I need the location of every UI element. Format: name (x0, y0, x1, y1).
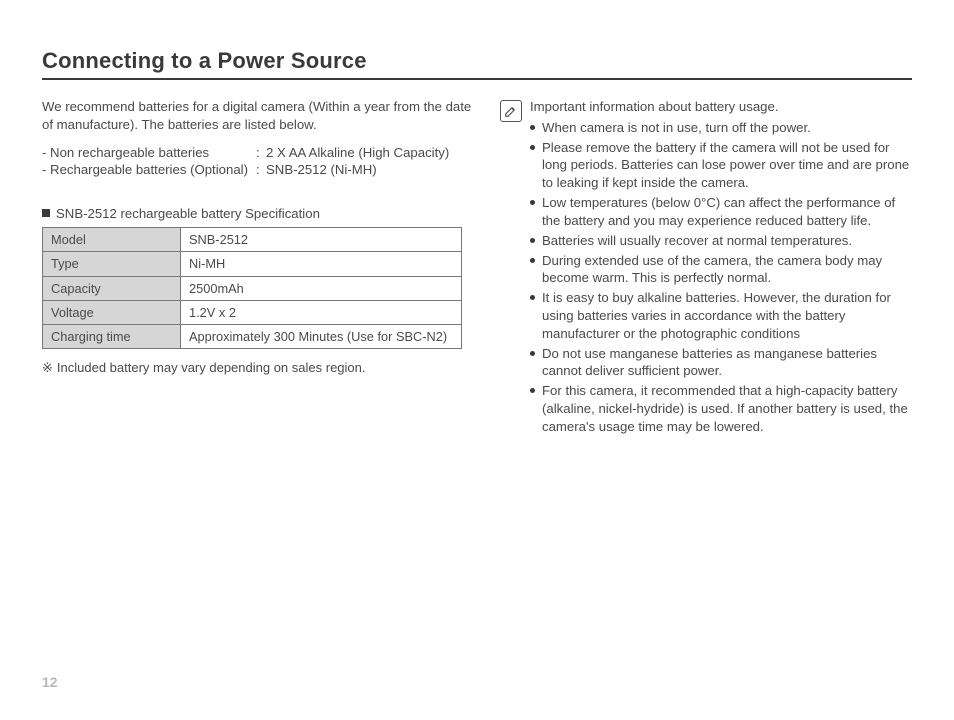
table-row: Capacity 2500mAh (43, 276, 462, 300)
table-row: Voltage 1.2V x 2 (43, 300, 462, 324)
footnote: ※ Included battery may vary depending on … (42, 359, 472, 377)
battery-line-value: SNB-2512 (Ni-MH) (266, 161, 377, 179)
list-item: Batteries will usually recover at normal… (530, 232, 912, 250)
reference-mark-icon: ※ (42, 359, 53, 377)
spec-key: Model (43, 228, 181, 252)
battery-line: - Rechargeable batteries (Optional) : SN… (42, 161, 472, 179)
list-item: During extended use of the camera, the c… (530, 252, 912, 288)
columns: We recommend batteries for a digital cam… (42, 98, 912, 438)
battery-line-label: - Rechargeable batteries (Optional) (42, 161, 256, 179)
document-page: Connecting to a Power Source We recommen… (0, 0, 954, 720)
list-item: It is easy to buy alkaline batteries. Ho… (530, 289, 912, 342)
battery-line: - Non rechargeable batteries : 2 X AA Al… (42, 144, 472, 162)
spec-table: Model SNB-2512 Type Ni-MH Capacity 2500m… (42, 227, 462, 349)
note-text: Important information about battery usag… (530, 98, 912, 438)
spec-value: 1.2V x 2 (181, 300, 462, 324)
battery-lines: - Non rechargeable batteries : 2 X AA Al… (42, 144, 472, 180)
footnote-text: Included battery may vary depending on s… (57, 360, 366, 375)
note-block: Important information about battery usag… (500, 98, 912, 438)
spec-value: Ni-MH (181, 252, 462, 276)
note-bullets: When camera is not in use, turn off the … (530, 119, 912, 436)
spec-key: Capacity (43, 276, 181, 300)
page-title: Connecting to a Power Source (42, 48, 912, 74)
table-row: Charging time Approximately 300 Minutes … (43, 325, 462, 349)
spec-key: Type (43, 252, 181, 276)
note-lead: Important information about battery usag… (530, 98, 912, 116)
spec-table-title: SNB-2512 rechargeable battery Specificat… (56, 206, 320, 221)
left-column: We recommend batteries for a digital cam… (42, 98, 472, 438)
page-number: 12 (42, 674, 58, 690)
spec-table-header: SNB-2512 rechargeable battery Specificat… (42, 205, 472, 223)
table-row: Type Ni-MH (43, 252, 462, 276)
square-bullet-icon (42, 209, 50, 217)
separator: : (256, 144, 266, 162)
spec-value: 2500mAh (181, 276, 462, 300)
intro-text: We recommend batteries for a digital cam… (42, 98, 472, 134)
right-column: Important information about battery usag… (500, 98, 912, 438)
list-item: Do not use manganese batteries as mangan… (530, 345, 912, 381)
spec-key: Charging time (43, 325, 181, 349)
list-item: Low temperatures (below 0°C) can affect … (530, 194, 912, 230)
title-wrap: Connecting to a Power Source (42, 48, 912, 80)
note-icon (500, 100, 522, 122)
spec-key: Voltage (43, 300, 181, 324)
spec-value: Approximately 300 Minutes (Use for SBC-N… (181, 325, 462, 349)
list-item: When camera is not in use, turn off the … (530, 119, 912, 137)
battery-line-label: - Non rechargeable batteries (42, 144, 256, 162)
spec-value: SNB-2512 (181, 228, 462, 252)
table-row: Model SNB-2512 (43, 228, 462, 252)
separator: : (256, 161, 266, 179)
list-item: For this camera, it recommended that a h… (530, 382, 912, 435)
list-item: Please remove the battery if the camera … (530, 139, 912, 192)
battery-line-value: 2 X AA Alkaline (High Capacity) (266, 144, 449, 162)
